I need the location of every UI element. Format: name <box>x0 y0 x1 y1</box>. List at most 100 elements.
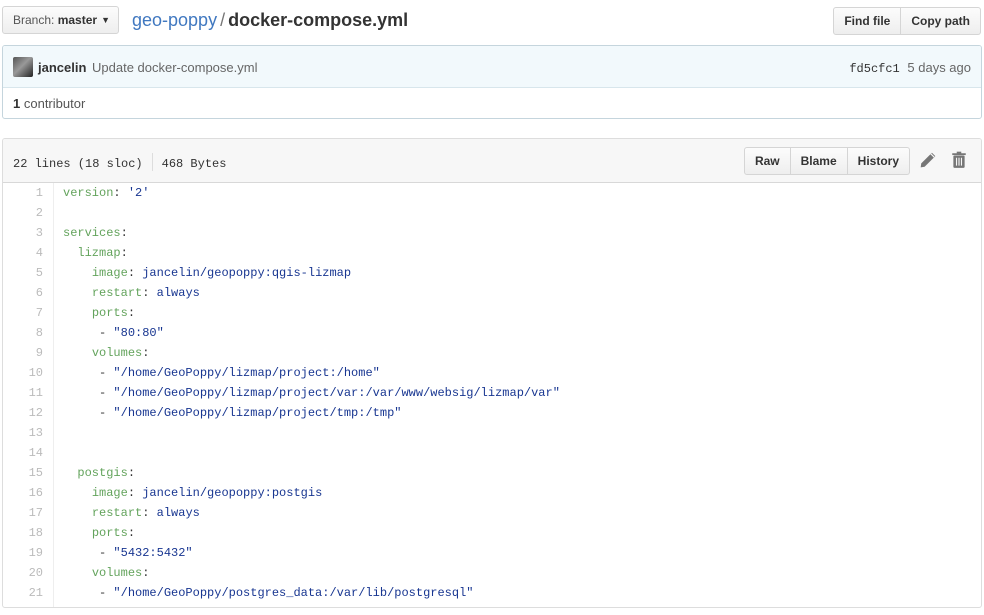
code-line: 17 restart: always <box>3 503 981 523</box>
line-content: volumes: <box>63 563 150 583</box>
copy-path-button[interactable]: Copy path <box>901 7 981 35</box>
line-number[interactable]: 17 <box>3 503 43 523</box>
line-number[interactable]: 6 <box>3 283 43 303</box>
line-content: - "/home/GeoPoppy/lizmap/project/var:/va… <box>63 383 560 403</box>
commit-sha[interactable]: fd5cfc1 <box>849 62 899 76</box>
line-number[interactable]: 5 <box>3 263 43 283</box>
line-number[interactable]: 21 <box>3 583 43 603</box>
line-number[interactable]: 15 <box>3 463 43 483</box>
history-button[interactable]: History <box>847 147 910 175</box>
code-line: 18 ports: <box>3 523 981 543</box>
code-line: 7 ports: <box>3 303 981 323</box>
yaml-key: services <box>63 226 121 240</box>
commit-info-box: jancelin Update docker-compose.yml fd5cf… <box>2 45 982 119</box>
commit-meta: fd5cfc1 5 days ago <box>849 60 971 76</box>
yaml-punctuation: : <box>142 286 157 300</box>
trash-icon[interactable] <box>950 151 968 169</box>
file-header: 22 lines (18 sloc) 468 Bytes Raw Blame Hi… <box>3 139 981 183</box>
yaml-punctuation: : <box>127 266 143 280</box>
code-line: 8 - "80:80" <box>3 323 981 343</box>
code-line: 11 - "/home/GeoPoppy/lizmap/project/var:… <box>3 383 981 403</box>
line-content: image: jancelin/geopoppy:qgis-lizmap <box>63 263 351 283</box>
yaml-key: restart <box>91 286 143 300</box>
yaml-punctuation: : <box>113 186 128 200</box>
line-content: restart: always <box>63 503 200 523</box>
line-number[interactable]: 1 <box>3 183 43 203</box>
line-number[interactable]: 8 <box>3 323 43 343</box>
code-body: 1 version: '2' 2 3 services: 4 lizmap: 5 image… <box>3 183 981 603</box>
code-line: 2 <box>3 203 981 223</box>
code-line: 13 <box>3 423 981 443</box>
line-content: lizmap: <box>63 243 127 263</box>
line-number[interactable]: 16 <box>3 483 43 503</box>
line-number[interactable]: 11 <box>3 383 43 403</box>
line-number[interactable]: 2 <box>3 203 43 223</box>
file-info-divider <box>151 153 153 171</box>
code-line: 15 postgis: <box>3 463 981 483</box>
line-content: - "/home/GeoPoppy/postgres_data:/var/lib… <box>63 583 473 603</box>
line-number[interactable]: 19 <box>3 543 43 563</box>
branch-select-button[interactable]: Branch: master ▼ <box>2 6 119 34</box>
file-size: 468 Bytes <box>161 157 227 171</box>
yaml-punctuation: : <box>127 466 136 480</box>
file-info: 22 lines (18 sloc) 468 Bytes <box>13 153 226 171</box>
code-line: 20 volumes: <box>3 563 981 583</box>
commit-message[interactable]: Update docker-compose.yml <box>92 60 257 75</box>
yaml-value: "80:80" <box>113 326 164 340</box>
yaml-key: postgis <box>77 466 128 480</box>
blame-button[interactable]: Blame <box>790 147 848 175</box>
yaml-value: "/home/GeoPoppy/postgres_data:/var/lib/p… <box>113 586 474 600</box>
line-number[interactable]: 10 <box>3 363 43 383</box>
yaml-key: volumes <box>91 346 143 360</box>
yaml-punctuation: - <box>99 546 114 560</box>
avatar[interactable] <box>13 57 33 77</box>
repo-link[interactable]: geo-poppy <box>132 10 217 30</box>
contributors-summary[interactable]: 1 contributor <box>3 88 981 118</box>
yaml-value: jancelin/geopoppy:qgis-lizmap <box>142 266 352 280</box>
yaml-value: "/home/GeoPoppy/lizmap/project/var:/var/… <box>113 386 560 400</box>
yaml-punctuation: : <box>120 226 128 240</box>
code-line: 6 restart: always <box>3 283 981 303</box>
yaml-key: volumes <box>91 566 143 580</box>
yaml-value: "/home/GeoPoppy/lizmap/project/tmp:/tmp" <box>113 406 402 420</box>
code-line: 1 version: '2' <box>3 183 981 203</box>
code-line: 5 image: jancelin/geopoppy:qgis-lizmap <box>3 263 981 283</box>
line-number[interactable]: 18 <box>3 523 43 543</box>
line-number[interactable]: 20 <box>3 563 43 583</box>
pencil-icon[interactable] <box>919 151 937 169</box>
yaml-punctuation: : <box>127 306 136 320</box>
line-number[interactable]: 13 <box>3 423 43 443</box>
line-content: volumes: <box>63 343 150 363</box>
line-number[interactable]: 3 <box>3 223 43 243</box>
code-line: 12 - "/home/GeoPoppy/lizmap/project/tmp:… <box>3 403 981 423</box>
yaml-key: lizmap <box>77 246 121 260</box>
yaml-key: restart <box>91 506 143 520</box>
line-content: - "5432:5432" <box>63 543 193 563</box>
yaml-punctuation: - <box>99 326 114 340</box>
yaml-value: jancelin/geopoppy:postgis <box>142 486 323 500</box>
commit-author[interactable]: jancelin <box>38 60 86 75</box>
line-number[interactable]: 7 <box>3 303 43 323</box>
code-line: 19 - "5432:5432" <box>3 543 981 563</box>
raw-button[interactable]: Raw <box>743 147 791 175</box>
find-file-button[interactable]: Find file <box>833 7 902 35</box>
line-number[interactable]: 9 <box>3 343 43 363</box>
line-number[interactable]: 4 <box>3 243 43 263</box>
code-line: 9 volumes: <box>3 343 981 363</box>
file-lines-info: 22 lines (18 sloc) <box>13 157 143 171</box>
line-number[interactable]: 14 <box>3 443 43 463</box>
yaml-value: "/home/GeoPoppy/lizmap/project:/home" <box>113 366 380 380</box>
yaml-punctuation: - <box>99 586 114 600</box>
file-navigation: Branch: master ▼ geo-poppy / docker-compose… <box>0 0 984 42</box>
file-nav-buttons: Find file Copy path <box>833 7 981 35</box>
line-number[interactable]: 12 <box>3 403 43 423</box>
line-content: ports: <box>63 523 135 543</box>
